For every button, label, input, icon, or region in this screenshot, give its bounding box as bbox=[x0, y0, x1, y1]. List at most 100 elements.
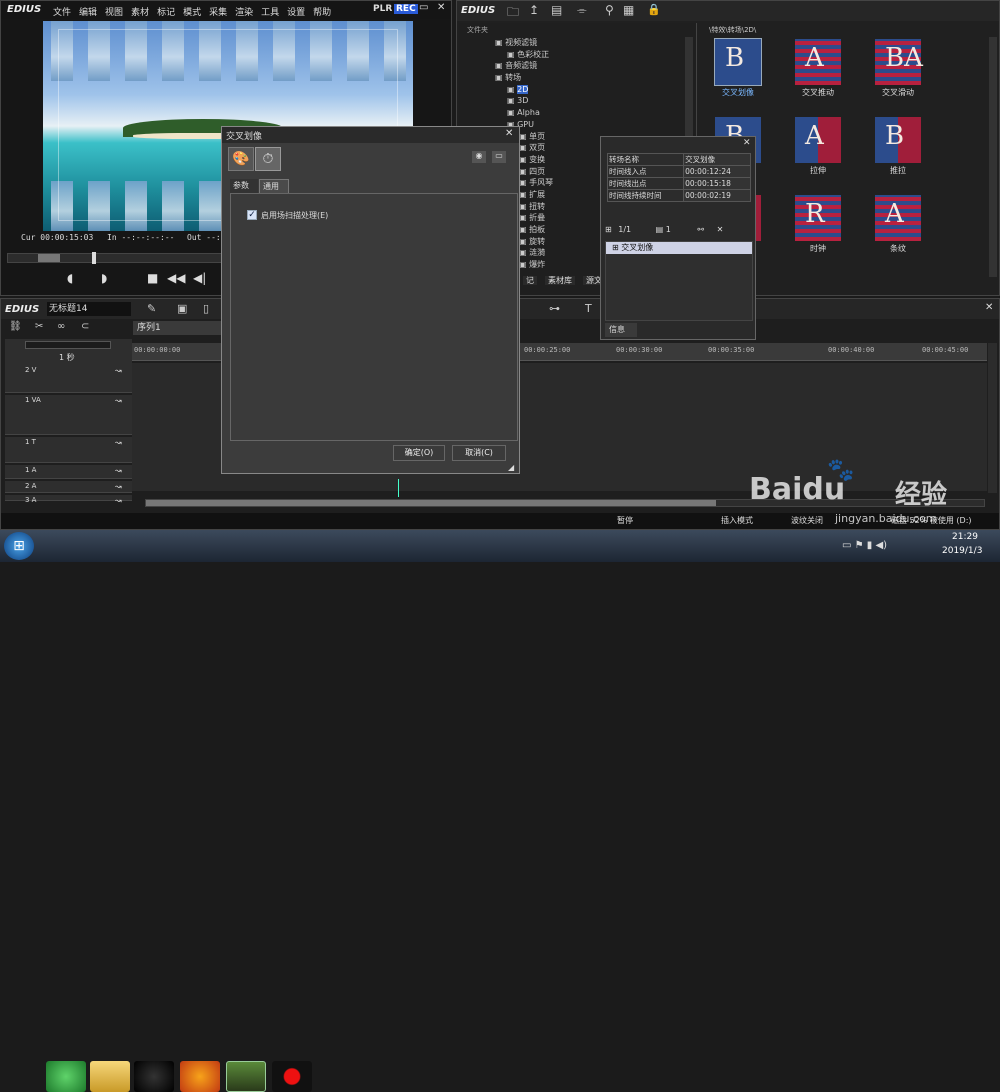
timeline-close-icon[interactable]: ✕ bbox=[985, 302, 993, 313]
track-expand-icon[interactable]: ↝ bbox=[115, 366, 122, 375]
taskbar-edius-icon[interactable] bbox=[226, 1061, 266, 1092]
effect-thumbnail[interactable]: A bbox=[875, 195, 921, 241]
bin-tab[interactable]: 记 bbox=[523, 276, 537, 285]
effects-scrollbar[interactable] bbox=[989, 37, 997, 277]
effect-thumbnail[interactable]: B bbox=[875, 117, 921, 163]
menu-item[interactable]: 视图 bbox=[105, 5, 123, 18]
tree-item[interactable]: ▣ 音频滤镜 bbox=[483, 60, 683, 72]
snap-icon[interactable]: ⊂ bbox=[81, 321, 89, 332]
effect-thumbnail[interactable]: A bbox=[795, 117, 841, 163]
text-icon[interactable]: T bbox=[585, 302, 592, 315]
project-name[interactable]: 无标题14 bbox=[47, 302, 131, 316]
tree-item[interactable]: ▣ 转场 bbox=[483, 72, 683, 84]
ok-button[interactable]: 确定(O) bbox=[393, 445, 445, 461]
tree-item[interactable]: ▣ Alpha bbox=[483, 107, 683, 119]
stop-icon[interactable]: ■ bbox=[147, 271, 158, 285]
zoom-slider[interactable] bbox=[25, 341, 111, 349]
zoom-level[interactable]: 1 秒 bbox=[59, 352, 75, 363]
menu-item[interactable]: 标记 bbox=[157, 5, 175, 18]
effect-thumbnail[interactable]: B bbox=[714, 38, 762, 86]
link-icon[interactable]: ⊶ bbox=[549, 302, 560, 315]
render-icon[interactable]: ▣ bbox=[177, 302, 187, 315]
info-close-icon[interactable]: ✕ bbox=[743, 138, 751, 148]
menu-item[interactable]: 帮助 bbox=[313, 5, 331, 18]
transition-dialog: 交叉划像 ✕ 🎨 ⏱ ◉ ▭ 参数 通用 ✓ 启用场扫描处理(E) 确定(O) … bbox=[221, 126, 520, 474]
menu-item[interactable]: 工具 bbox=[261, 5, 279, 18]
menu-item[interactable]: 采集 bbox=[209, 5, 227, 18]
menu-item[interactable]: 文件 bbox=[53, 5, 71, 18]
add-icon[interactable]: ⊞ bbox=[605, 225, 612, 234]
minimize-icon[interactable]: ▭ bbox=[419, 2, 428, 13]
track-header[interactable]: 1 VA ↝ bbox=[5, 395, 132, 435]
hscroll-thumb[interactable] bbox=[146, 500, 716, 506]
tree-item-label: 双页 bbox=[529, 143, 546, 153]
track-header[interactable]: 2 V ↝ bbox=[5, 365, 132, 393]
field-scan-checkbox[interactable]: ✓ bbox=[247, 210, 257, 220]
view-icon[interactable]: ▦ bbox=[623, 3, 634, 17]
preview-icon[interactable]: ◉ bbox=[472, 151, 486, 163]
palette-icon[interactable]: 🎨 bbox=[228, 147, 254, 171]
lock-icon[interactable]: 🔒 bbox=[647, 3, 661, 16]
link-icon[interactable]: ⚯ bbox=[697, 225, 704, 234]
plr-label[interactable]: PLR bbox=[373, 4, 392, 14]
taskbar-firefox-icon[interactable] bbox=[180, 1061, 220, 1092]
tree-item[interactable]: ▣ 2D bbox=[483, 84, 683, 96]
effect-thumbnail[interactable]: R bbox=[795, 195, 841, 241]
track-header[interactable]: 2 A ↝ bbox=[5, 481, 132, 493]
mark-out-icon[interactable]: ◗ bbox=[101, 271, 107, 285]
cancel-button[interactable]: 取消(C) bbox=[452, 445, 506, 461]
menu-item[interactable]: 素材 bbox=[131, 5, 149, 18]
camera-icon[interactable]: ▭ bbox=[492, 151, 506, 163]
track-header[interactable]: 1 T ↝ bbox=[5, 437, 132, 463]
tab-general[interactable]: 通用 bbox=[259, 179, 289, 193]
effect-thumbnail[interactable]: A bbox=[795, 39, 841, 85]
resize-grip-icon[interactable]: ◢ bbox=[508, 463, 514, 472]
info-tab[interactable]: 信息 bbox=[605, 323, 637, 337]
rewind-icon[interactable]: ◀◀ bbox=[167, 271, 185, 285]
slider-thumb[interactable] bbox=[38, 254, 60, 262]
info-list-item[interactable]: ⊞ 交叉划像 bbox=[606, 242, 752, 254]
bin-tab[interactable]: 素材库 bbox=[545, 276, 575, 285]
tree-item[interactable]: ▣ 色彩校正 bbox=[483, 49, 683, 61]
track-expand-icon[interactable]: ↝ bbox=[115, 482, 122, 491]
tree-item-label: 手风琴 bbox=[529, 178, 554, 188]
taskbar-browser-icon[interactable] bbox=[46, 1061, 86, 1092]
tree-item[interactable]: ▣ 3D bbox=[483, 95, 683, 107]
start-button[interactable]: ⊞ bbox=[4, 532, 34, 560]
settings-icon[interactable]: ✎ bbox=[147, 302, 156, 315]
new-bin-icon[interactable]: ▤ bbox=[551, 3, 562, 17]
track-header[interactable]: 3 A ↝ bbox=[5, 495, 132, 505]
dialog-close-icon[interactable]: ✕ bbox=[505, 128, 513, 139]
menu-item[interactable]: 模式 bbox=[183, 5, 201, 18]
track-expand-icon[interactable]: ↝ bbox=[115, 496, 122, 505]
effect-thumbnail[interactable]: BA bbox=[875, 39, 923, 85]
folder-icon[interactable]: 🗀 bbox=[507, 3, 519, 24]
tree-item[interactable]: ▣ 视频滤镜 bbox=[483, 37, 683, 49]
layer-icon[interactable]: ▤ bbox=[656, 225, 664, 234]
close-icon[interactable]: ✕ bbox=[437, 2, 445, 13]
menu-item[interactable]: 设置 bbox=[287, 5, 305, 18]
taskbar-folder-icon[interactable] bbox=[90, 1061, 130, 1092]
track-expand-icon[interactable]: ↝ bbox=[115, 438, 122, 447]
mark-in-icon[interactable]: ◖ bbox=[67, 271, 73, 285]
sync-icon[interactable]: ⛓ bbox=[9, 321, 22, 332]
sequence-tab[interactable]: 序列1 bbox=[133, 321, 221, 335]
doc-icon[interactable]: ▯ bbox=[203, 302, 209, 315]
mixer-icon[interactable]: ✂ bbox=[35, 321, 43, 332]
rec-label[interactable]: REC bbox=[394, 4, 418, 14]
filter-icon[interactable]: ⌯ bbox=[577, 3, 587, 18]
up-icon[interactable]: ↥ bbox=[529, 3, 539, 17]
ripple-icon[interactable]: ∞ bbox=[57, 321, 65, 332]
delete-icon[interactable]: ✕ bbox=[717, 225, 724, 234]
track-header[interactable]: 1 A ↝ bbox=[5, 465, 132, 479]
step-back-icon[interactable]: ◀| bbox=[193, 271, 206, 285]
taskbar-record-icon[interactable] bbox=[272, 1061, 312, 1092]
menu-item[interactable]: 渲染 bbox=[235, 5, 253, 18]
stopwatch-icon[interactable]: ⏱ bbox=[255, 147, 281, 171]
search-icon[interactable]: ⚲ bbox=[605, 3, 614, 17]
menu-item[interactable]: 编辑 bbox=[79, 5, 97, 18]
tab-params[interactable]: 参数 bbox=[230, 179, 258, 193]
track-expand-icon[interactable]: ↝ bbox=[115, 466, 122, 475]
taskbar-qq-icon[interactable] bbox=[134, 1061, 174, 1092]
track-expand-icon[interactable]: ↝ bbox=[115, 396, 122, 405]
